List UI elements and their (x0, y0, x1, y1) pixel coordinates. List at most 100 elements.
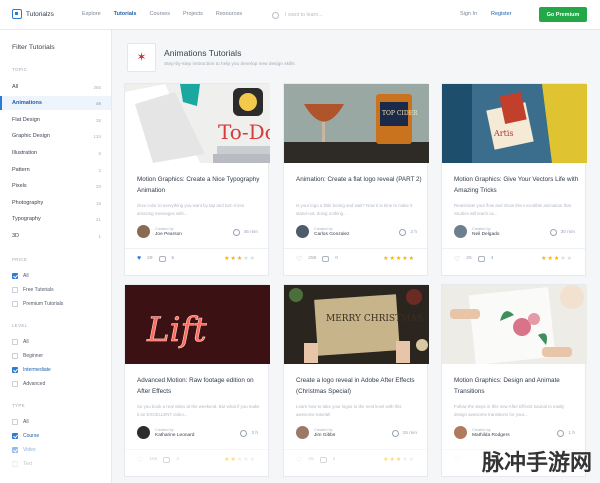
checkbox-label: All (23, 419, 29, 425)
checkbox-label: Premium Tutorials (23, 301, 64, 307)
created-label: Created by (155, 427, 174, 432)
avatar (137, 225, 150, 238)
created-label: Created by (314, 427, 333, 432)
checkbox-label: All (23, 273, 29, 279)
checkbox-label: Intermediate (23, 367, 51, 373)
topic-all[interactable]: All 265 (0, 80, 111, 94)
checkbox-label: Free Tutorials (23, 287, 54, 293)
star-rating: ★★★★★ (383, 457, 415, 463)
checkbox-icon (12, 461, 18, 467)
card-stats: ♡ 256 0 ★★★★★ (284, 248, 427, 268)
nav-courses[interactable]: Courses (149, 11, 169, 17)
heart-icon[interactable]: ♥ (137, 255, 141, 262)
nav-resources[interactable]: Resources (216, 11, 242, 17)
star-rating: ★★★★★ (224, 457, 256, 463)
card-description: Reanimate your flow and show this incred… (454, 203, 571, 216)
topic-label: All (12, 84, 19, 90)
heart-icon[interactable]: ♡ (454, 255, 460, 263)
topic-count: 38 (95, 117, 101, 123)
topic-flat-design[interactable]: Flat Design 38 (0, 113, 111, 127)
like-count: 256 (308, 256, 317, 261)
topic-graphic-design[interactable]: Graphic Design 134 (0, 129, 111, 143)
card-title[interactable]: Motion Graphics: Design and Animate Tran… (454, 375, 582, 397)
nav-explore[interactable]: Explore (82, 11, 101, 17)
price-premium-checkbox[interactable]: Premium Tutorials (12, 299, 63, 309)
thumb-text: Artis (493, 129, 513, 138)
star-rating: ★★★★★ (541, 256, 573, 262)
tutorial-card[interactable]: TOP CIDER Animation: Create a flat logo … (283, 83, 429, 276)
page-title: Animations Tutorials (164, 47, 242, 58)
tutorial-card[interactable]: MERRY CHRISTMAS Create a logo reveal in … (283, 284, 429, 477)
card-title[interactable]: Animation: Create a flat logo reveal (PA… (296, 174, 424, 185)
card-duration: 2 h (399, 229, 417, 236)
topic-count: 134 (93, 133, 101, 139)
comment-icon[interactable] (477, 255, 485, 262)
card-author[interactable]: Created by Katharine Leonard (137, 426, 194, 439)
type-all-checkbox[interactable]: All (12, 417, 29, 427)
level-advanced-checkbox[interactable]: Advanced (12, 379, 45, 389)
search-input[interactable]: I want to learn... (272, 9, 432, 21)
thumb-text: Lift (146, 310, 207, 350)
heart-icon[interactable]: ♡ (296, 255, 302, 263)
level-all-checkbox[interactable]: All (12, 337, 29, 347)
register-link[interactable]: Register (491, 11, 511, 17)
topic-label: 3D (12, 233, 20, 239)
topic-3d[interactable]: 3D 1 (0, 229, 111, 243)
type-text-checkbox[interactable]: Text (12, 459, 32, 469)
nav-projects[interactable]: Projects (183, 11, 203, 17)
card-author[interactable]: Created by Jim Gibbs (296, 426, 335, 439)
nav-tutorials[interactable]: Tutorials (114, 11, 137, 17)
checkbox-icon (12, 419, 18, 425)
topic-pixels[interactable]: Pixels 20 (0, 179, 111, 193)
card-author[interactable]: Created by Mathilda Rodgers (454, 426, 510, 439)
card-title[interactable]: Motion Graphics: Give Your Vectors Life … (454, 174, 582, 196)
heart-icon[interactable]: ♡ (454, 456, 460, 464)
comment-icon[interactable] (158, 255, 166, 262)
card-thumbnail (442, 285, 587, 364)
go-premium-button[interactable]: Go Premium (539, 7, 587, 22)
card-title[interactable]: Motion Graphics: Create a Nice Typograph… (137, 174, 265, 196)
heart-icon[interactable]: ♡ (296, 456, 302, 464)
tutorial-card[interactable]: Lift Advanced Motion: Raw footage editio… (124, 284, 270, 477)
topic-animations[interactable]: Animations 46 (0, 96, 111, 110)
card-duration: 3 h (240, 430, 258, 437)
checkbox-label: All (23, 339, 29, 345)
comment-icon[interactable] (322, 255, 330, 262)
clock-icon (240, 430, 248, 437)
signin-link[interactable]: Sign In (460, 11, 477, 17)
topic-count: 6 (98, 150, 101, 156)
topic-label: Photography (12, 200, 44, 206)
comment-count: 0 (335, 256, 338, 261)
heart-icon[interactable]: ♡ (137, 456, 143, 464)
topic-photography[interactable]: Photography 18 (0, 196, 111, 210)
topic-pattern[interactable]: Pattern 2 (0, 163, 111, 177)
topic-label: Pixels (12, 183, 27, 189)
card-title[interactable]: Create a logo reveal in Adobe After Effe… (296, 375, 424, 397)
duration-text: 1 h (568, 431, 575, 436)
clock-icon (549, 229, 557, 236)
tutorial-card[interactable]: Artis Motion Graphics: Give Your Vectors… (441, 83, 587, 276)
topic-illustration[interactable]: Illustration 6 (0, 146, 111, 160)
card-author[interactable]: Created by Neil Delgado (454, 225, 499, 238)
tutorial-card[interactable]: To-Do Motion Graphics: Create a Nice Typ… (124, 83, 270, 276)
checkbox-checked-icon (12, 367, 18, 373)
level-intermediate-checkbox[interactable]: Intermediate (12, 365, 51, 375)
comment-icon[interactable] (319, 456, 327, 463)
comment-icon[interactable] (163, 456, 171, 463)
price-all-checkbox[interactable]: All (12, 271, 29, 281)
type-video-checkbox[interactable]: Video (12, 445, 36, 455)
level-beginner-checkbox[interactable]: Beginner (12, 351, 43, 361)
price-free-checkbox[interactable]: Free Tutorials (12, 285, 54, 295)
search-placeholder: I want to learn... (285, 12, 323, 18)
author-name: Carlos Gonzalez (314, 231, 350, 237)
card-author[interactable]: Created by Joe Pearson (137, 225, 182, 238)
type-course-checkbox[interactable]: Course (12, 431, 39, 441)
topic-typography[interactable]: Typography 21 (0, 212, 111, 226)
card-title[interactable]: Advanced Motion: Raw footage edition on … (137, 375, 265, 397)
clock-icon (399, 229, 407, 236)
like-count: 25 (466, 256, 472, 261)
brand-logo[interactable]: Tutorialzs (12, 9, 54, 19)
checkbox-icon (12, 353, 18, 359)
thumb-text: TOP CIDER (382, 110, 418, 117)
card-author[interactable]: Created by Carlos Gonzalez (296, 225, 349, 238)
